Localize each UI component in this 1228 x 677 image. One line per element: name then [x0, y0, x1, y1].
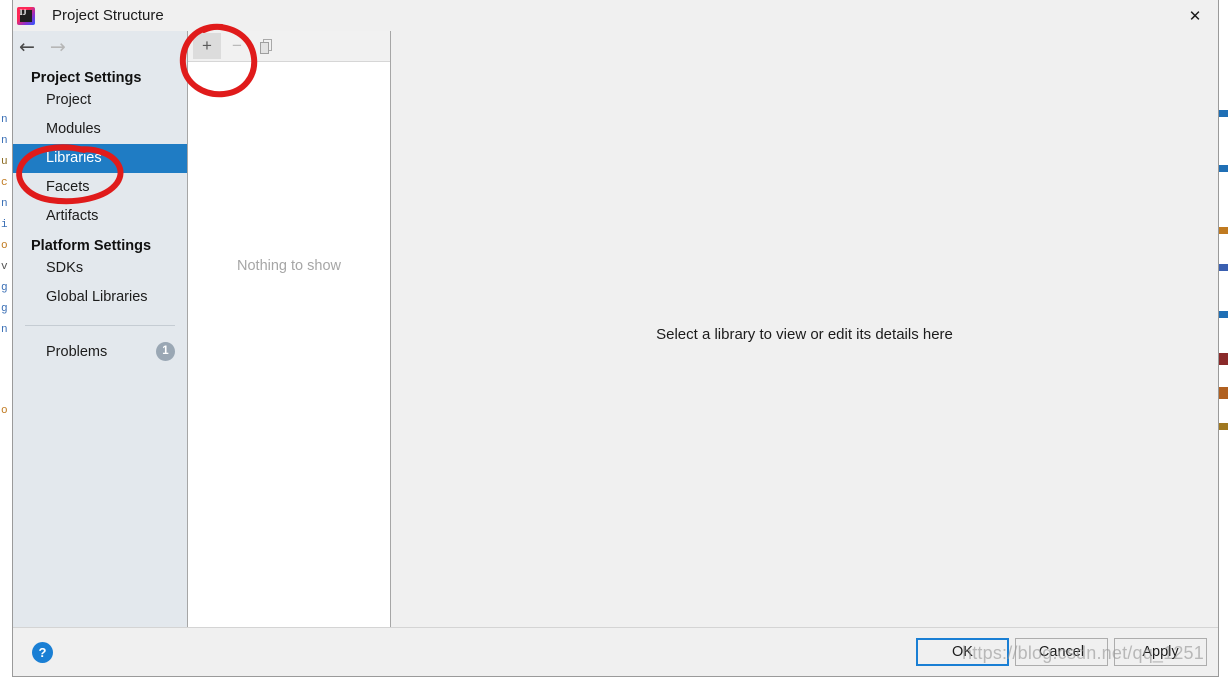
dialog-footer: ? OK Cancel Apply	[13, 627, 1218, 676]
dialog-title: Project Structure	[52, 7, 164, 24]
copy-icon	[260, 38, 274, 54]
sidebar-item-global-libraries[interactable]: Global Libraries	[13, 283, 187, 312]
remove-library-button[interactable]: −	[223, 33, 251, 59]
libraries-empty-message: Nothing to show	[237, 258, 341, 274]
sidebar-divider	[25, 325, 175, 326]
help-button[interactable]: ?	[32, 641, 53, 663]
back-arrow-icon[interactable]: ←	[19, 37, 35, 57]
footer-button-group: OK Cancel Apply	[916, 638, 1207, 666]
dialog-body: ← → Project Settings Project Modules Lib…	[13, 31, 1218, 627]
sidebar-group-project-settings: Project Settings	[31, 70, 142, 86]
sidebar-item-project[interactable]: Project	[13, 86, 187, 115]
apply-button[interactable]: Apply	[1114, 638, 1207, 666]
intellij-idea-icon: IJ	[17, 6, 35, 25]
libraries-list-panel: + − Nothing to show	[188, 31, 391, 627]
ok-button[interactable]: OK	[916, 638, 1009, 666]
problems-label: Problems	[46, 343, 108, 360]
settings-sidebar: ← → Project Settings Project Modules Lib…	[13, 31, 188, 627]
libraries-toolbar: + −	[188, 31, 390, 62]
sidebar-item-problems[interactable]: Problems 1	[13, 337, 187, 366]
background-editor-left-strip: n n u c n i o v g g n o	[0, 0, 12, 677]
add-library-button[interactable]: +	[193, 33, 221, 59]
sidebar-item-modules[interactable]: Modules	[13, 115, 187, 144]
problems-count-badge: 1	[156, 342, 175, 361]
project-structure-dialog: IJ Project Structure ✕ ← → Project Setti…	[12, 0, 1219, 677]
sidebar-item-artifacts[interactable]: Artifacts	[13, 202, 187, 231]
sidebar-item-libraries[interactable]: Libraries	[13, 144, 187, 173]
background-editor-right-strip	[1218, 0, 1228, 677]
dialog-title-bar: IJ Project Structure ✕	[13, 0, 1218, 31]
app-icon-letters: IJ	[19, 7, 27, 17]
library-detail-hint: Select a library to view or edit its det…	[656, 326, 953, 343]
forward-arrow-icon[interactable]: →	[50, 37, 66, 57]
cancel-button[interactable]: Cancel	[1015, 638, 1108, 666]
copy-library-button[interactable]	[253, 33, 281, 59]
close-icon[interactable]: ✕	[1172, 0, 1218, 31]
library-detail-panel: Select a library to view or edit its det…	[391, 31, 1218, 627]
sidebar-item-facets[interactable]: Facets	[13, 173, 187, 202]
sidebar-item-sdks[interactable]: SDKs	[13, 254, 187, 283]
sidebar-group-platform-settings: Platform Settings	[31, 238, 152, 254]
sidebar-navigation: ← →	[13, 31, 187, 63]
